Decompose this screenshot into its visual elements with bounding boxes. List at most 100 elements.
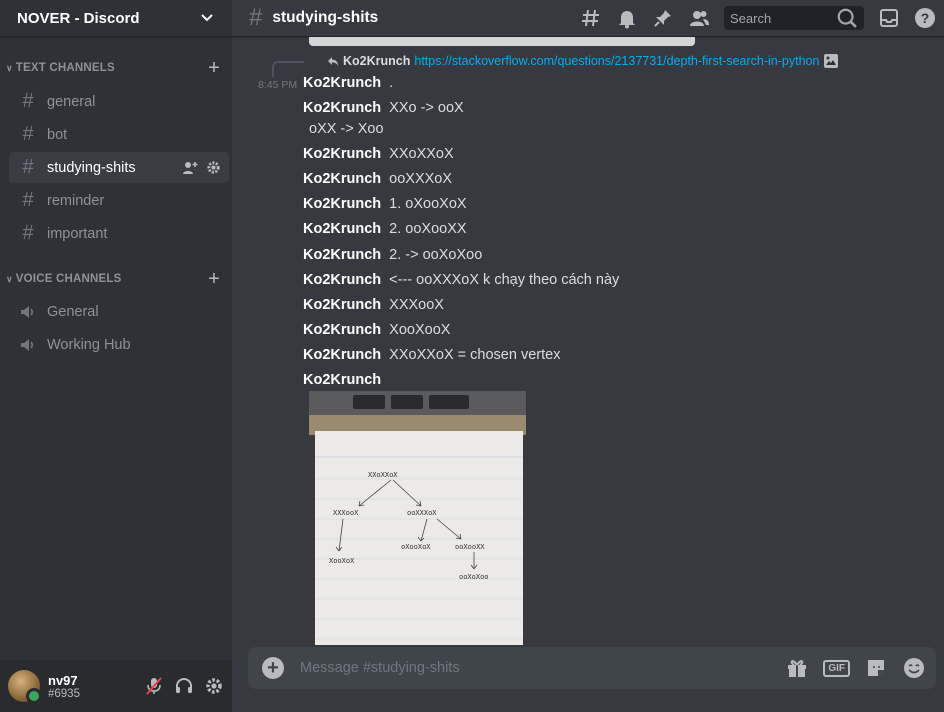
channel-important[interactable]: # important — [9, 218, 229, 249]
pin-icon[interactable] — [652, 7, 674, 29]
message-author[interactable]: Ko2Krunch — [303, 146, 381, 162]
message-continuation: oXX -> Xoo — [309, 121, 384, 137]
message-text: XooXooX — [389, 322, 451, 338]
reply-preview[interactable]: Ko2Krunch https://stackoverflow.com/ques… — [327, 53, 839, 69]
channel-studying-shits[interactable]: # studying-shits — [9, 152, 229, 183]
discord-app: NOVER - Discord ∨ TEXT CHANNELS + # genera… — [0, 0, 944, 712]
sketch-right-child: ooXooXX — [455, 543, 485, 551]
add-channel-icon[interactable]: + — [208, 269, 220, 289]
help-icon[interactable]: ? — [914, 7, 936, 29]
message: Ko2Krunch XXXooX — [303, 297, 444, 313]
add-attachment-icon[interactable]: + — [262, 657, 284, 679]
message: Ko2Krunch XXoXXoX — [303, 146, 454, 162]
message-author[interactable]: Ko2Krunch — [303, 221, 381, 237]
message-text: XXoXXoX = chosen vertex — [389, 347, 561, 363]
message-composer[interactable]: + Message #studying-shits GIF — [248, 647, 936, 689]
image-icon — [824, 54, 839, 68]
inbox-icon[interactable] — [878, 7, 900, 29]
message: Ko2Krunch <--- ooXXXoX k chạy theo cách n… — [303, 272, 619, 288]
scrollbar[interactable] — [940, 40, 944, 640]
message: Ko2Krunch ooXXXoX — [303, 171, 452, 187]
server-header[interactable]: NOVER - Discord — [0, 0, 232, 37]
message-text: XXoXXoX — [389, 146, 454, 162]
category-label: VOICE CHANNELS — [15, 273, 122, 285]
channel-label: studying-shits — [47, 159, 136, 176]
channel-sidebar: NOVER - Discord ∨ TEXT CHANNELS + # genera… — [0, 0, 232, 712]
reply-link[interactable]: https://stackoverflow.com/questions/2137… — [414, 54, 819, 68]
message: Ko2Krunch. — [303, 75, 393, 91]
user-info[interactable]: nv97 #6935 — [48, 673, 144, 700]
voice-channels-category[interactable]: ∨ VOICE CHANNELS + — [0, 269, 232, 289]
microphone-muted-icon[interactable] — [144, 676, 164, 696]
member-list-icon[interactable] — [688, 7, 710, 29]
avatar[interactable] — [8, 670, 42, 704]
headphones-icon[interactable] — [174, 676, 194, 696]
image-attachment[interactable]: XXoXXoX XXXooX ooXXXoX XooXoX oXooXoX oo… — [309, 391, 526, 645]
message-author[interactable]: Ko2Krunch — [303, 347, 381, 363]
message-author[interactable]: Ko2Krunch — [303, 272, 381, 288]
channel-reminder[interactable]: # reminder — [9, 185, 229, 216]
channel-label: General — [47, 303, 99, 320]
gift-icon[interactable] — [785, 656, 809, 680]
message-text: XXo -> ooX — [389, 100, 464, 116]
threads-icon[interactable] — [580, 7, 602, 29]
search-placeholder: Search — [730, 10, 772, 26]
speaker-icon — [17, 303, 39, 321]
message-author[interactable]: Ko2Krunch — [303, 322, 381, 338]
invite-icon[interactable] — [182, 160, 198, 176]
user-panel: nv97 #6935 — [0, 660, 232, 712]
hash-icon: # — [249, 4, 263, 31]
voice-channel-working-hub[interactable]: Working Hub — [9, 329, 229, 360]
message-author[interactable]: Ko2Krunch — [303, 100, 381, 116]
chat-area: # studying-shits Search ? Ko2Krunch http… — [232, 0, 944, 712]
sketch-mid-child: oXooXoX — [401, 543, 431, 551]
sketch-middle: ooXXXoX — [407, 509, 437, 517]
gif-icon[interactable]: GIF — [823, 659, 850, 677]
text-channels-category[interactable]: ∨ TEXT CHANNELS + — [0, 58, 232, 78]
channel-label: bot — [47, 126, 68, 143]
reply-connector — [272, 61, 304, 77]
emoji-icon[interactable] — [902, 656, 926, 680]
channel-label: reminder — [47, 192, 105, 209]
message: Ko2Krunch 1. oXooXoX — [303, 196, 467, 212]
message: Ko2Krunch XooXooX — [303, 322, 450, 338]
message: Ko2Krunch — [303, 372, 389, 388]
message: Ko2Krunch 2. -> ooXoXoo — [303, 247, 482, 263]
search-input[interactable]: Search — [724, 6, 864, 30]
message-text: 1. oXooXoX — [389, 196, 467, 212]
message-author[interactable]: Ko2Krunch — [303, 75, 381, 91]
message: Ko2Krunch 2. ooXooXX — [303, 221, 467, 237]
gear-icon[interactable] — [204, 676, 224, 696]
message-text: XXXooX — [389, 297, 444, 313]
sketch-left: XXXooX — [333, 509, 359, 517]
chevron-down-icon: ∨ — [6, 62, 13, 73]
channel-label: general — [47, 93, 96, 110]
add-channel-icon[interactable]: + — [208, 58, 220, 78]
previous-embed — [309, 37, 695, 46]
channel-general[interactable]: # general — [9, 86, 229, 117]
svg-text:?: ? — [921, 10, 930, 26]
bell-icon[interactable] — [616, 7, 638, 29]
speaker-icon — [17, 336, 39, 354]
message-author[interactable]: Ko2Krunch — [303, 196, 381, 212]
hash-icon: # — [22, 123, 34, 145]
sketch-right-grandchild: ooXoXoo — [459, 573, 489, 581]
gear-icon[interactable] — [206, 160, 221, 175]
search-icon — [837, 8, 857, 28]
message-text: . — [389, 75, 394, 91]
message-text: 2. ooXooXX — [389, 221, 467, 237]
chevron-down-icon: ∨ — [6, 273, 13, 284]
sticker-icon[interactable] — [864, 656, 888, 680]
reply-author[interactable]: Ko2Krunch — [343, 54, 410, 68]
chevron-down-icon — [201, 14, 213, 22]
message-author[interactable]: Ko2Krunch — [303, 171, 381, 187]
hash-icon: # — [22, 222, 34, 244]
message-text: 2. -> ooXoXoo — [389, 247, 483, 263]
channel-label: Working Hub — [47, 336, 131, 353]
message-author[interactable]: Ko2Krunch — [303, 297, 381, 313]
message-author[interactable]: Ko2Krunch — [303, 247, 381, 263]
message-author[interactable]: Ko2Krunch — [303, 372, 381, 388]
voice-channel-general[interactable]: General — [9, 296, 229, 327]
sketch-left-child: XooXoX — [329, 557, 355, 565]
channel-bot[interactable]: # bot — [9, 119, 229, 150]
